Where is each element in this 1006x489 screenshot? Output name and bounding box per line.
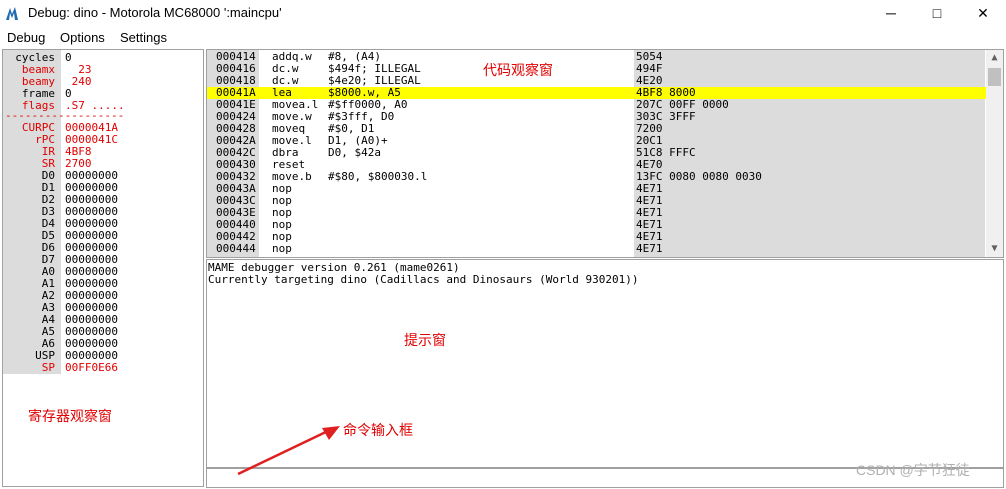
disassembly-row[interactable]: 00042C dbra D0, $42a 51C8 FFFC <box>207 147 986 159</box>
disassembly-panel[interactable]: 000414 addq.w #8, (A4) 5054 000416 dc.w $494f;… <box>206 49 1004 258</box>
instruction-operands: D0, $42a <box>328 146 381 159</box>
disassembly-row[interactable]: 000444 nop 4E71 <box>207 243 986 255</box>
annotation-command-input: 命令输入框 <box>343 422 413 438</box>
minimize-button[interactable]: ─ <box>868 0 914 26</box>
disassembly-row[interactable]: 00043A nop 4E71 <box>207 183 986 195</box>
instruction-bytes: 4E71 <box>636 242 663 255</box>
current-instruction-row[interactable]: 00041A lea $8000.w, A5 4BF8 8000 <box>207 87 986 99</box>
annotation-register-window: 寄存器观察窗 <box>28 408 112 424</box>
scroll-thumb[interactable] <box>988 68 1001 86</box>
disassembly-row[interactable]: 000414 addq.w #8, (A4) 5054 <box>207 51 986 63</box>
window-title: Debug: dino - Motorola MC68000 ':maincpu… <box>28 5 282 20</box>
instruction-address: 000444 <box>216 242 256 255</box>
menu-options[interactable]: Options <box>60 30 105 45</box>
disassembly-scrollbar[interactable]: ▲ ▼ <box>986 50 1003 257</box>
annotation-arrow-icon <box>237 426 340 476</box>
annotation-prompt-window: 提示窗 <box>404 332 446 348</box>
annotation-code-window: 代码观察窗 <box>483 62 553 78</box>
register-value: 00FF0E66 <box>65 361 118 374</box>
disassembly-row[interactable]: 000418 dc.w $4e20; ILLEGAL 4E20 <box>207 75 986 87</box>
menu-bar: Debug Options Settings <box>0 27 1006 47</box>
watermark: CSDN @字节狂徒 <box>856 462 970 478</box>
title-bar: Debug: dino - Motorola MC68000 ':maincpu… <box>0 0 1006 26</box>
console-line: Currently targeting dino (Cadillacs and … <box>208 273 639 286</box>
menu-settings[interactable]: Settings <box>120 30 167 45</box>
disassembly-row[interactable]: 000442 nop 4E71 <box>207 231 986 243</box>
close-button[interactable]: ✕ <box>960 0 1006 26</box>
disassembly-row[interactable]: 000432 move.b #$80, $800030.l 13FC 0080 008… <box>207 171 986 183</box>
disassembly-row[interactable]: 000424 move.w #$3fff, D0 303C 3FFF <box>207 111 986 123</box>
disassembly-row[interactable]: 00043E nop 4E71 <box>207 207 986 219</box>
scroll-down-arrow-icon[interactable]: ▼ <box>986 241 1003 257</box>
disassembly-row[interactable]: 000428 moveq #$0, D1 7200 <box>207 123 986 135</box>
scroll-up-arrow-icon[interactable]: ▲ <box>986 50 1003 66</box>
instruction-operands: #$80, $800030.l <box>328 170 428 183</box>
disassembly-row[interactable]: 000416 dc.w $494f; ILLEGAL 494F <box>207 63 986 75</box>
disassembly-row[interactable]: 00042A move.l D1, (A0)+ 20C1 <box>207 135 986 147</box>
mame-debugger-icon <box>6 7 18 20</box>
disassembly-row[interactable]: 000440 nop 4E71 <box>207 219 986 231</box>
instruction-mnemonic: nop <box>272 242 292 255</box>
disassembly-row[interactable]: 000430 reset 4E70 <box>207 159 986 171</box>
disassembly-row[interactable]: 00043C nop 4E71 <box>207 195 986 207</box>
disassembly-row[interactable]: 00041E movea.l #$ff0000, A0 207C 00FF 0000 <box>207 99 986 111</box>
register-name: SP <box>41 361 55 374</box>
menu-debug[interactable]: Debug <box>7 30 45 45</box>
maximize-button[interactable]: □ <box>914 0 960 26</box>
